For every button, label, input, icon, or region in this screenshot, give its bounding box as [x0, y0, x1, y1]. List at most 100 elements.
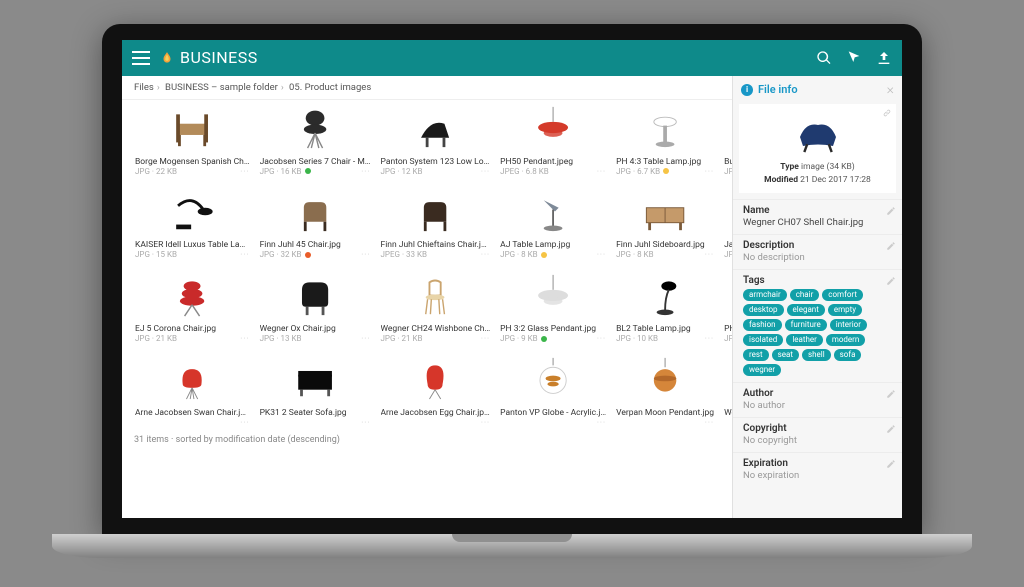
- file-name: Borge Mogensen Spanish Ch…: [135, 157, 250, 167]
- file-card[interactable]: Finn Juhl Sideboard.jpg JPG · 8 KB ···: [613, 183, 717, 263]
- file-card[interactable]: PH Artichoke Lamp… JPG · 14 KB ···: [721, 267, 732, 347]
- tag[interactable]: empty: [828, 304, 862, 316]
- file-card[interactable]: PH 3:2 Glass Pendant.jpg JPG · 9 KB ···: [497, 267, 609, 347]
- search-icon[interactable]: [816, 50, 832, 66]
- tag[interactable]: leather: [786, 334, 823, 346]
- more-icon[interactable]: ···: [240, 334, 249, 344]
- tag[interactable]: interior: [830, 319, 867, 331]
- thumbnail: [135, 270, 250, 322]
- file-name: PH50 Pendant.jpeg: [500, 157, 606, 167]
- thumbnail: [724, 186, 732, 238]
- more-icon[interactable]: ···: [705, 167, 714, 177]
- file-card[interactable]: Panton System 123 Low Lo… JPG · 12 KB ··…: [378, 100, 494, 180]
- tag[interactable]: furniture: [785, 319, 827, 331]
- edit-icon[interactable]: [886, 241, 896, 251]
- file-name: Wegner Ox Chair.jpg: [260, 324, 371, 334]
- file-card[interactable]: Borge Mogensen Spanish Ch… JPG · 22 KB ·…: [132, 100, 253, 180]
- edit-icon[interactable]: [886, 389, 896, 399]
- file-name: Panton System 123 Low Lo…: [381, 157, 491, 167]
- file-name: PH 4:3 Table Lamp.jpg: [616, 157, 714, 167]
- tag[interactable]: fashion: [743, 319, 782, 331]
- file-meta: ···: [724, 418, 732, 428]
- file-meta: JPG · 17 KB ···: [724, 250, 732, 260]
- thumbnail: [381, 103, 491, 155]
- file-card[interactable]: Panton VP Globe - Acrylic.j… ···: [497, 351, 609, 431]
- edit-icon[interactable]: [886, 424, 896, 434]
- file-card[interactable]: KAISER Idell Luxus Table La… JPG · 15 KB…: [132, 183, 253, 263]
- file-card[interactable]: Arne Jacobsen Swan Chair.j… ···: [132, 351, 253, 431]
- more-icon[interactable]: ···: [597, 250, 606, 260]
- file-meta: JPG · 12 KB ···: [381, 167, 491, 177]
- file-card[interactable]: PK31 2 Seater Sofa.jpg ···: [257, 351, 374, 431]
- file-card[interactable]: Jacobsen Series 7 Chair - M… JPG · 16 KB…: [257, 100, 374, 180]
- status-line: 31 items · sorted by modification date (…: [132, 431, 724, 449]
- tag[interactable]: wegner: [743, 364, 781, 376]
- more-icon[interactable]: ···: [597, 167, 606, 177]
- file-card[interactable]: Finn Juhl Chieftains Chair.j… JPEG · 33 …: [378, 183, 494, 263]
- file-meta: ···: [260, 418, 371, 428]
- file-card[interactable]: Finn Juhl 45 Chair.jpg JPG · 32 KB ···: [257, 183, 374, 263]
- more-icon[interactable]: ···: [361, 334, 370, 344]
- thumbnail: [616, 354, 714, 406]
- tag[interactable]: elegant: [787, 304, 825, 316]
- tag[interactable]: rest: [743, 349, 769, 361]
- file-name: AJ Table Lamp.jpg: [500, 240, 606, 250]
- more-icon[interactable]: ···: [361, 167, 370, 177]
- thumbnail: [135, 354, 250, 406]
- edit-icon[interactable]: [886, 206, 896, 216]
- upload-icon[interactable]: [876, 50, 892, 66]
- tag[interactable]: isolated: [743, 334, 783, 346]
- more-icon[interactable]: ···: [705, 250, 714, 260]
- thumbnail: [724, 270, 732, 322]
- more-icon[interactable]: ···: [481, 334, 490, 344]
- menu-icon[interactable]: [132, 51, 150, 65]
- more-icon[interactable]: ···: [240, 167, 249, 177]
- file-card[interactable]: PH 4:3 Table Lamp.jpg JPG · 6.7 KB ···: [613, 100, 717, 180]
- file-card[interactable]: Jacobsen Swan Sofa… JPG · 17 KB ···: [721, 183, 732, 263]
- more-icon[interactable]: ···: [361, 418, 370, 428]
- tag[interactable]: desktop: [743, 304, 784, 316]
- tag[interactable]: seat: [772, 349, 799, 361]
- file-card[interactable]: Wegner CH07 Shell… ···: [721, 351, 732, 431]
- tag[interactable]: shell: [802, 349, 831, 361]
- file-card[interactable]: BL2 Table Lamp.jpg JPG · 10 KB ···: [613, 267, 717, 347]
- edit-icon[interactable]: [886, 459, 896, 469]
- file-name: Arne Jacobsen Egg Chair.jp…: [381, 408, 491, 418]
- thumbnail: [260, 186, 371, 238]
- tag[interactable]: sofa: [834, 349, 862, 361]
- more-icon[interactable]: ···: [481, 418, 490, 428]
- file-name: Finn Juhl Chieftains Chair.j…: [381, 240, 491, 250]
- field-author: Author No author: [733, 382, 902, 417]
- link-icon[interactable]: [882, 108, 892, 118]
- more-icon[interactable]: ···: [705, 334, 714, 344]
- more-icon[interactable]: ···: [705, 418, 714, 428]
- close-icon[interactable]: ×: [887, 82, 894, 98]
- more-icon[interactable]: ···: [361, 250, 370, 260]
- file-card[interactable]: AJ Table Lamp.jpg JPG · 8 KB ···: [497, 183, 609, 263]
- more-icon[interactable]: ···: [481, 250, 490, 260]
- file-name: Arne Jacobsen Swan Chair.j…: [135, 408, 250, 418]
- tag[interactable]: comfort: [822, 289, 863, 301]
- file-meta: JPG · 14 KB ···: [724, 334, 732, 344]
- file-card[interactable]: Arne Jacobsen Egg Chair.jp… ···: [378, 351, 494, 431]
- file-card[interactable]: Wegner Ox Chair.jpg JPG · 13 KB ···: [257, 267, 374, 347]
- file-name: Panton VP Globe - Acrylic.j…: [500, 408, 606, 418]
- file-card[interactable]: PH50 Pendant.jpeg JPEG · 6.8 KB ···: [497, 100, 609, 180]
- more-icon[interactable]: ···: [597, 418, 606, 428]
- tag[interactable]: chair: [790, 289, 820, 301]
- field-copyright: Copyright No copyright: [733, 417, 902, 452]
- more-icon[interactable]: ···: [481, 167, 490, 177]
- cursor-icon[interactable]: [846, 50, 862, 66]
- thumbnail: [500, 354, 606, 406]
- more-icon[interactable]: ···: [597, 334, 606, 344]
- more-icon[interactable]: ···: [240, 250, 249, 260]
- file-card[interactable]: Wegner CH24 Wishbone Ch… JPG · 21 KB ···: [378, 267, 494, 347]
- file-card[interactable]: Verpan Moon Pendant.jpg ···: [613, 351, 717, 431]
- tag[interactable]: armchair: [743, 289, 787, 301]
- file-card[interactable]: EJ 5 Corona Chair.jpg JPG · 21 KB ···: [132, 267, 253, 347]
- more-icon[interactable]: ···: [240, 418, 249, 428]
- edit-icon[interactable]: [886, 276, 896, 286]
- tag[interactable]: modern: [826, 334, 865, 346]
- thumbnail: [724, 103, 732, 155]
- file-card[interactable]: Bulb-pendant.jpg JPG · 13 KB ···: [721, 100, 732, 180]
